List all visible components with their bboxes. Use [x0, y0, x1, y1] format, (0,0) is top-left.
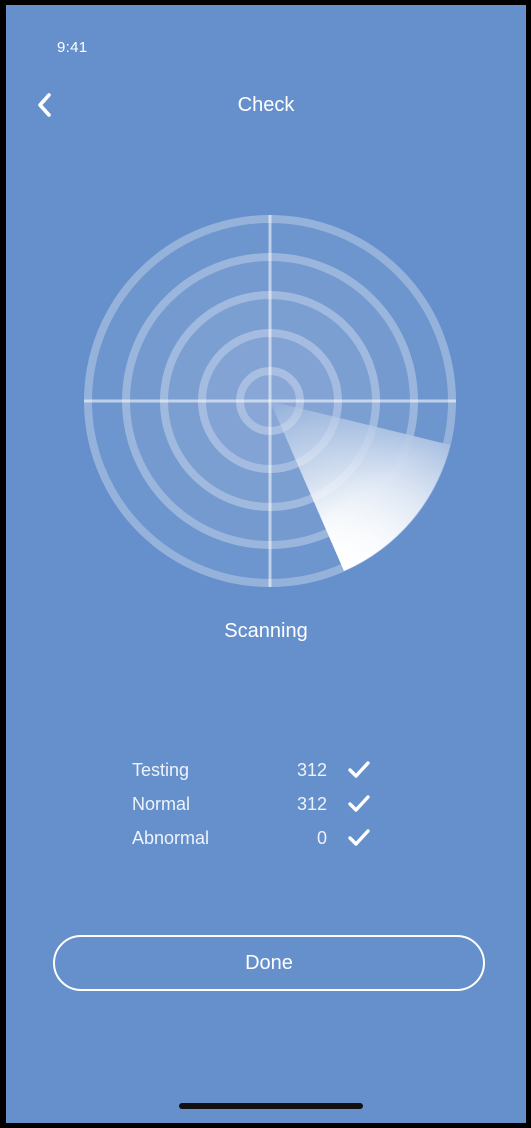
stat-label: Testing [132, 760, 190, 780]
stat-row-abnormal: Abnormal 0 [132, 822, 382, 856]
stat-label: Abnormal [132, 828, 210, 848]
checkmark-icon [348, 761, 370, 778]
scan-results-list: Testing 312 Normal 312 Abnormal 0 [132, 754, 382, 856]
stat-value: 312 [296, 794, 327, 814]
stat-row-testing: Testing 312 [132, 754, 382, 788]
checkmark-icon [348, 795, 370, 812]
stat-row-normal: Normal 312 [132, 788, 382, 822]
done-button[interactable]: Done [53, 935, 485, 991]
status-bar-time: 9:41 [57, 39, 88, 56]
stat-value: 0 [316, 828, 327, 848]
done-button-label: Done [245, 951, 293, 974]
checkmark-icon [348, 829, 370, 846]
home-indicator[interactable] [179, 1103, 363, 1109]
page-title: Check [237, 94, 295, 116]
radar-scanner [82, 213, 458, 589]
scan-status-label: Scanning [224, 620, 308, 642]
check-screen: 9:41 Check Scanning Testing 312 Normal 3… [6, 5, 526, 1123]
stat-label: Normal [132, 794, 191, 814]
radar-scan-icon [84, 215, 456, 587]
stat-value: 312 [296, 760, 327, 780]
